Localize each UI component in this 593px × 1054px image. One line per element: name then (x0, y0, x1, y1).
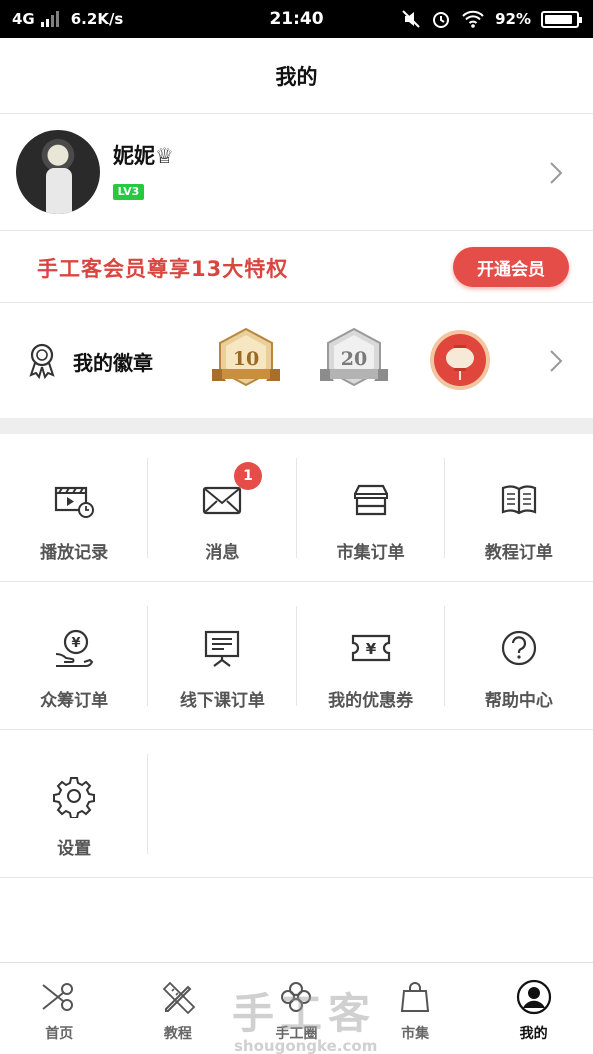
menu-item-settings[interactable]: 设置 (0, 730, 149, 878)
badges-row[interactable]: 我的徽章 10 20 (0, 303, 593, 418)
menu-item-market-orders[interactable]: 市集订单 (297, 434, 446, 582)
menu-label: 众筹订单 (40, 691, 109, 711)
status-bar: 4G 6.2K/s 21:40 92% (0, 0, 593, 38)
menu-row: ¥ 众筹订单 线下课订单 ¥ 我的优惠券 帮助中心 (0, 582, 593, 730)
profile-icon (516, 979, 552, 1015)
alarm-icon (433, 12, 450, 28)
gear-icon (52, 774, 96, 818)
tab-label: 手工圈 (275, 1026, 318, 1042)
menu-label: 线下课订单 (179, 691, 265, 711)
profile-row[interactable]: 妮妮♕ LV3 (0, 114, 593, 231)
flower-icon (278, 979, 314, 1015)
tab-label: 首页 (45, 1026, 74, 1042)
chevron-right-icon (550, 162, 563, 184)
badges-title: 我的徽章 (73, 351, 153, 375)
book-icon (497, 478, 541, 522)
lantern-badge-icon[interactable] (428, 328, 492, 392)
coupon-icon: ¥ (349, 626, 393, 670)
video-history-icon (52, 478, 96, 522)
badge-10-icon[interactable]: 10 (210, 325, 282, 395)
vip-promo-text: 手工客会员尊享13大特权 (37, 257, 289, 281)
menu-grid: 播放记录 消息 市集订单 教程订单 ¥ 众筹订单 线下课订单 ¥ 我的优惠券 帮… (0, 434, 593, 878)
menu-label: 设置 (57, 839, 92, 859)
mute-icon (402, 10, 420, 28)
chevron-right-icon (550, 350, 563, 372)
svg-text:¥: ¥ (72, 636, 81, 651)
menu-row: 播放记录 消息 市集订单 教程订单 (0, 434, 593, 582)
menu-item-play-history[interactable]: 播放记录 (0, 434, 149, 582)
badge-10-label: 10 (233, 348, 259, 370)
app-root: 4G 6.2K/s 21:40 92% 我的 妮妮♕ LV3 手工客会员尊享13… (0, 0, 593, 1054)
pencil-ruler-icon (160, 979, 196, 1015)
username: 妮妮♕ (113, 144, 174, 168)
scissors-icon (41, 979, 77, 1015)
section-divider (0, 418, 593, 434)
menu-label: 市集订单 (336, 543, 405, 563)
menu-label: 消息 (205, 543, 240, 563)
wifi-icon (462, 10, 484, 28)
tab-tutorials[interactable]: 教程 (119, 963, 238, 1054)
help-icon (497, 626, 541, 670)
shop-icon (349, 478, 393, 522)
menu-label: 我的优惠券 (328, 691, 414, 711)
level-badge: LV3 (113, 184, 144, 200)
tab-craft-circle[interactable]: 手工圈 (237, 963, 356, 1054)
menu-row: 设置 (0, 730, 593, 878)
tab-label: 教程 (163, 1026, 192, 1042)
bottom-tab-bar: 首页 教程 手工圈 市集 我的 (0, 962, 593, 1054)
tab-label: 市集 (401, 1026, 430, 1042)
menu-label: 帮助中心 (484, 691, 553, 711)
offline-class-icon (200, 626, 244, 670)
menu-item-coupons[interactable]: ¥ 我的优惠券 (297, 582, 446, 730)
menu-item-help-center[interactable]: 帮助中心 (445, 582, 593, 730)
menu-item-crowdfund-orders[interactable]: ¥ 众筹订单 (0, 582, 149, 730)
tab-home[interactable]: 首页 (0, 963, 119, 1054)
unread-count-badge: 1 (234, 462, 262, 490)
menu-item-tutorial-orders[interactable]: 教程订单 (445, 434, 593, 582)
page-title: 我的 (0, 38, 593, 114)
crowdfund-icon: ¥ (52, 626, 96, 670)
battery-icon (541, 10, 582, 28)
battery-percent: 92% (495, 10, 531, 28)
badge-20-icon[interactable]: 20 (318, 325, 390, 395)
menu-item-offline-class-orders[interactable]: 线下课订单 (148, 582, 297, 730)
badge-20-label: 20 (341, 348, 367, 370)
svg-text:¥: ¥ (365, 640, 376, 658)
menu-label: 教程订单 (484, 543, 553, 563)
tab-market[interactable]: 市集 (356, 963, 475, 1054)
avatar[interactable] (16, 130, 100, 214)
shopping-bag-icon (397, 979, 433, 1015)
tab-label: 我的 (519, 1026, 548, 1042)
medal-icon (29, 343, 55, 379)
vip-banner: 手工客会员尊享13大特权 开通会员 (0, 231, 593, 303)
menu-label: 播放记录 (40, 543, 109, 563)
tab-mine[interactable]: 我的 (474, 963, 593, 1054)
open-membership-button[interactable]: 开通会员 (453, 247, 569, 287)
menu-item-messages[interactable]: 消息 (148, 434, 297, 582)
